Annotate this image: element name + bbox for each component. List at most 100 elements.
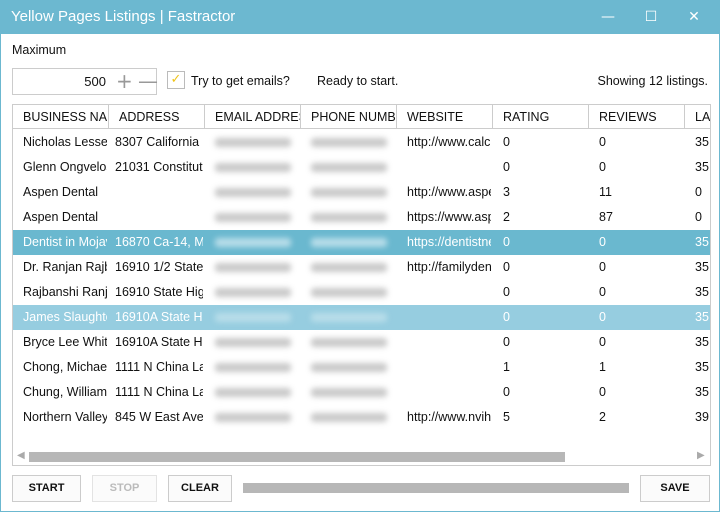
- table-row[interactable]: Chung, William, 1111 N China La 0 0 35.6: [13, 380, 710, 405]
- table-row[interactable]: Glenn Ongvelose 21031 Constituti 0 0 35.1: [13, 155, 710, 180]
- cell-reviews: 2: [599, 410, 606, 424]
- minimize-icon[interactable]: —: [593, 5, 623, 29]
- start-button[interactable]: START: [12, 475, 81, 502]
- cell-address: 1111 N China La: [115, 360, 203, 374]
- cell-rating: 3: [503, 185, 510, 199]
- table-row[interactable]: Aspen Dental https://www.asp 2 87 0: [13, 205, 710, 230]
- cell-reviews: 87: [599, 210, 613, 224]
- maximum-value[interactable]: 500: [84, 74, 106, 89]
- emails-checkbox-label[interactable]: Try to get emails?: [191, 74, 290, 88]
- cell-la: 35.0: [695, 310, 710, 324]
- column-header[interactable]: BUSINESS NAME: [13, 105, 109, 129]
- clear-button[interactable]: CLEAR: [168, 475, 232, 502]
- table-row[interactable]: Northern Valley 845 W East Ave, http://www…: [13, 405, 710, 430]
- blurred-email: [215, 363, 291, 372]
- cell-website: http://familyden: [407, 260, 491, 274]
- cell-address: 8307 California C: [115, 135, 203, 149]
- scroll-right-icon[interactable]: ▶: [697, 450, 705, 461]
- table-row[interactable]: Dr. Ranjan Rajba 16910 1/2 State http://fa…: [13, 255, 710, 280]
- cell-la: 35.1: [695, 135, 710, 149]
- cell-name: Aspen Dental: [23, 210, 99, 224]
- cell-name: Dentist in Mojave: [23, 235, 107, 249]
- blurred-email: [215, 388, 291, 397]
- table-row[interactable]: Aspen Dental http://www.aspe 3 11 0: [13, 180, 710, 205]
- blurred-email: [215, 338, 291, 347]
- cell-reviews: 11: [599, 185, 612, 199]
- cell-website: http://www.nvih.: [407, 410, 491, 424]
- maximum-label: Maximum: [12, 43, 67, 57]
- column-header[interactable]: EMAIL ADDRESS: [205, 105, 301, 129]
- blurred-phone: [311, 213, 387, 222]
- blurred-phone: [311, 163, 387, 172]
- cell-rating: 0: [503, 310, 510, 324]
- table-row[interactable]: Chong, Michael, 1111 N China La 1 1 35.6: [13, 355, 710, 380]
- cell-name: Northern Valley: [23, 410, 107, 424]
- cell-la: 35.0: [695, 260, 710, 274]
- save-button[interactable]: SAVE: [640, 475, 710, 502]
- cell-rating: 0: [503, 260, 510, 274]
- cell-reviews: 0: [599, 310, 606, 324]
- table-row[interactable]: Dentist in Mojave 16870 Ca-14, Mo https://…: [13, 230, 710, 255]
- cell-address: 16910 State High: [115, 285, 203, 299]
- cell-name: Bryce Lee White,: [23, 335, 107, 349]
- cell-address: 16910A State Hi: [115, 335, 203, 349]
- progress-bar: [243, 483, 629, 493]
- cell-la: 35.0: [695, 235, 710, 249]
- cell-rating: 0: [503, 135, 510, 149]
- column-header[interactable]: ADDRESS: [109, 105, 205, 129]
- maximum-stepper[interactable]: 500 + —: [12, 68, 158, 95]
- blurred-phone: [311, 313, 387, 322]
- cell-rating: 5: [503, 410, 510, 424]
- column-header[interactable]: PHONE NUMBER: [301, 105, 397, 129]
- blurred-email: [215, 213, 291, 222]
- column-header[interactable]: REVIEWS: [589, 105, 685, 129]
- blurred-phone: [311, 388, 387, 397]
- cell-address: 16910 1/2 State: [115, 260, 203, 274]
- title-bar: Yellow Pages Listings | Fastractor — ☐ ✕: [1, 1, 720, 34]
- column-header[interactable]: WEBSITE: [397, 105, 493, 129]
- cell-reviews: 0: [599, 260, 606, 274]
- cell-reviews: 0: [599, 285, 606, 299]
- cell-la: 35.6: [695, 360, 710, 374]
- cell-name: Dr. Ranjan Rajba: [23, 260, 107, 274]
- column-header[interactable]: LA: [685, 105, 710, 129]
- cell-website: https://dentistne: [407, 235, 491, 249]
- close-icon[interactable]: ✕: [679, 5, 709, 29]
- stop-button[interactable]: STOP: [92, 475, 157, 502]
- table-row[interactable]: Nicholas Lessene 8307 California C http://…: [13, 130, 710, 155]
- emails-checkbox[interactable]: ✓: [167, 71, 185, 89]
- cell-la: 39.7: [695, 410, 710, 424]
- cell-la: 35.6: [695, 385, 710, 399]
- maximize-icon[interactable]: ☐: [636, 5, 666, 29]
- blurred-phone: [311, 338, 387, 347]
- blurred-phone: [311, 188, 387, 197]
- cell-website: http://www.aspe: [407, 185, 491, 199]
- cell-website: http://www.calci: [407, 135, 491, 149]
- scroll-left-icon[interactable]: ◀: [17, 450, 25, 461]
- blurred-email: [215, 188, 291, 197]
- cell-address: 845 W East Ave,: [115, 410, 203, 424]
- cell-reviews: 0: [599, 335, 606, 349]
- scrollbar-thumb[interactable]: [29, 452, 565, 462]
- column-header[interactable]: RATING: [493, 105, 589, 129]
- cell-la: 35.0: [695, 335, 710, 349]
- table-header: BUSINESS NAMEADDRESSEMAIL ADDRESSPHONE N…: [13, 105, 710, 129]
- cell-name: Aspen Dental: [23, 185, 99, 199]
- cell-address: 16910A State Hi: [115, 310, 203, 324]
- cell-address: 1111 N China La: [115, 385, 203, 399]
- table-row[interactable]: Rajbanshi Ranjan 16910 State High 0 0 35.0: [13, 280, 710, 305]
- cell-reviews: 1: [599, 360, 606, 374]
- table-row[interactable]: Bryce Lee White, 16910A State Hi 0 0 35.0: [13, 330, 710, 355]
- cell-website: [402, 355, 491, 380]
- cell-address: [110, 180, 203, 205]
- cell-rating: 1: [503, 360, 510, 374]
- blurred-email: [215, 313, 291, 322]
- minus-icon[interactable]: —: [138, 69, 158, 93]
- blurred-phone: [311, 238, 387, 247]
- cell-la: 0: [695, 185, 702, 199]
- horizontal-scrollbar[interactable]: ◀ ▶: [13, 449, 710, 465]
- plus-icon[interactable]: +: [116, 69, 133, 93]
- cell-reviews: 0: [599, 135, 606, 149]
- table-row[interactable]: James Slaughter 16910A State Hi 0 0 35.0: [13, 305, 710, 330]
- cell-name: Glenn Ongvelose: [23, 160, 107, 174]
